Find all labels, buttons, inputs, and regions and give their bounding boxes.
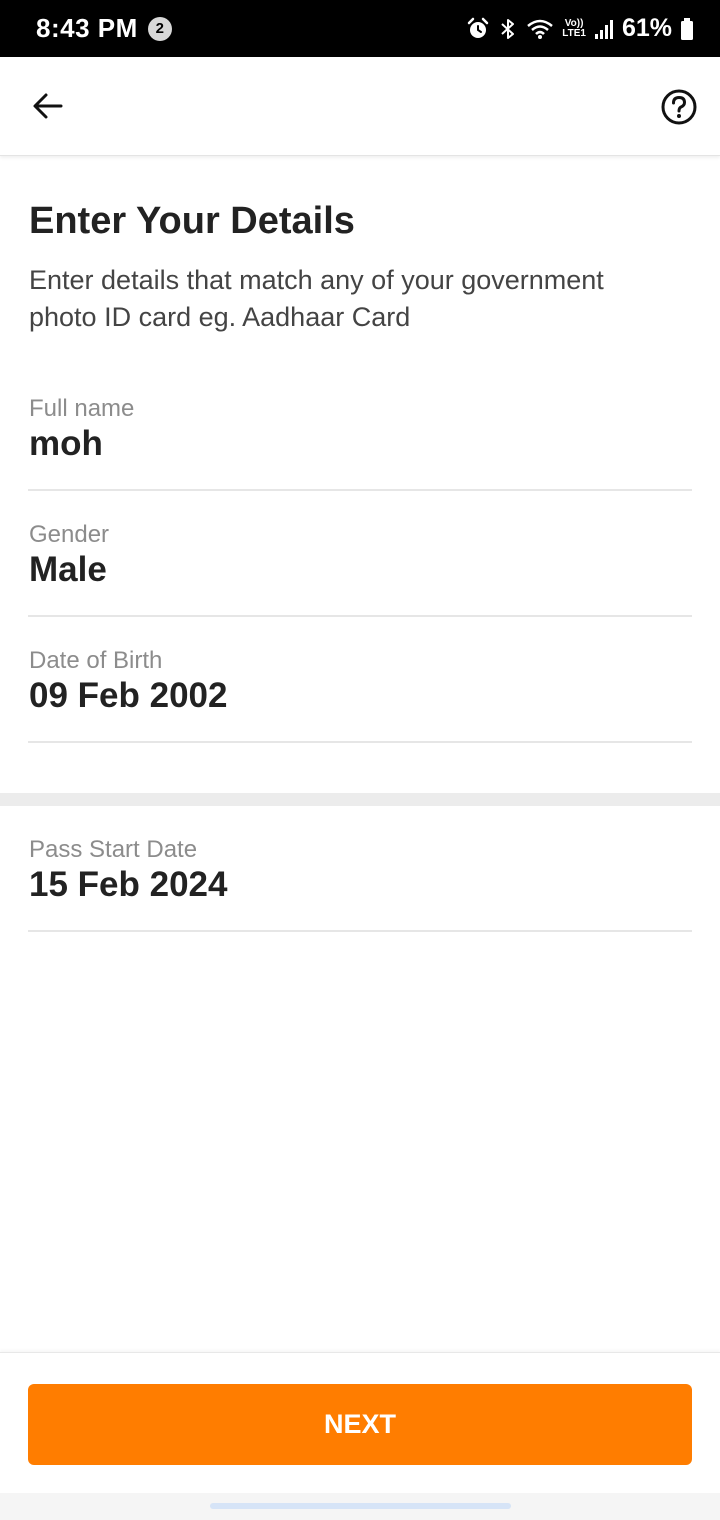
status-bar: 8:43 PM 2 Vo)) LTE1 61%: [0, 0, 720, 57]
page-subtitle: Enter details that match any of your gov…: [29, 265, 604, 332]
back-button[interactable]: [28, 88, 68, 128]
gender-label: Gender: [29, 521, 110, 542]
date-of-birth-value: 09 Feb 2002: [29, 676, 228, 715]
system-nav-bar: [0, 1493, 720, 1520]
signal-icon: [594, 18, 614, 40]
volte-line-2: LTE1: [562, 27, 586, 39]
help-button[interactable]: [660, 88, 698, 126]
status-bar-right: Vo)) LTE1 61%: [466, 14, 694, 43]
page-title: Enter Your Details: [29, 200, 355, 242]
gender-field[interactable]: Gender Male: [28, 520, 692, 617]
app-bar: [0, 57, 720, 156]
question-circle-icon: [661, 89, 697, 125]
arrow-left-icon: [33, 93, 63, 119]
wifi-icon: [526, 17, 554, 41]
full-name-field[interactable]: Full name moh: [28, 394, 692, 491]
pass-start-date-value: 15 Feb 2024: [29, 865, 228, 904]
alarm-icon: [466, 17, 490, 41]
battery-percent: 61%: [621, 14, 672, 42]
pass-start-date-field[interactable]: Pass Start Date 15 Feb 2024: [28, 835, 692, 932]
volte-icon: Vo)) LTE1: [562, 17, 586, 39]
status-time: 8:43 PM: [36, 13, 138, 43]
battery-icon: [680, 17, 694, 41]
bluetooth-icon: [498, 17, 518, 41]
home-indicator[interactable]: [210, 1503, 511, 1509]
full-name-value: moh: [29, 424, 103, 463]
gender-value: Male: [29, 550, 107, 589]
status-bar-left: 8:43 PM 2: [36, 13, 172, 44]
next-button[interactable]: NEXT: [28, 1384, 692, 1465]
pass-start-date-label: Pass Start Date: [29, 836, 198, 857]
full-name-label: Full name: [29, 395, 135, 416]
notification-count-badge: 2: [147, 16, 172, 41]
section-divider: [0, 793, 720, 806]
date-of-birth-field[interactable]: Date of Birth 09 Feb 2002: [28, 646, 692, 743]
date-of-birth-label: Date of Birth: [29, 647, 163, 668]
volte-line-1: Vo)): [564, 17, 584, 29]
